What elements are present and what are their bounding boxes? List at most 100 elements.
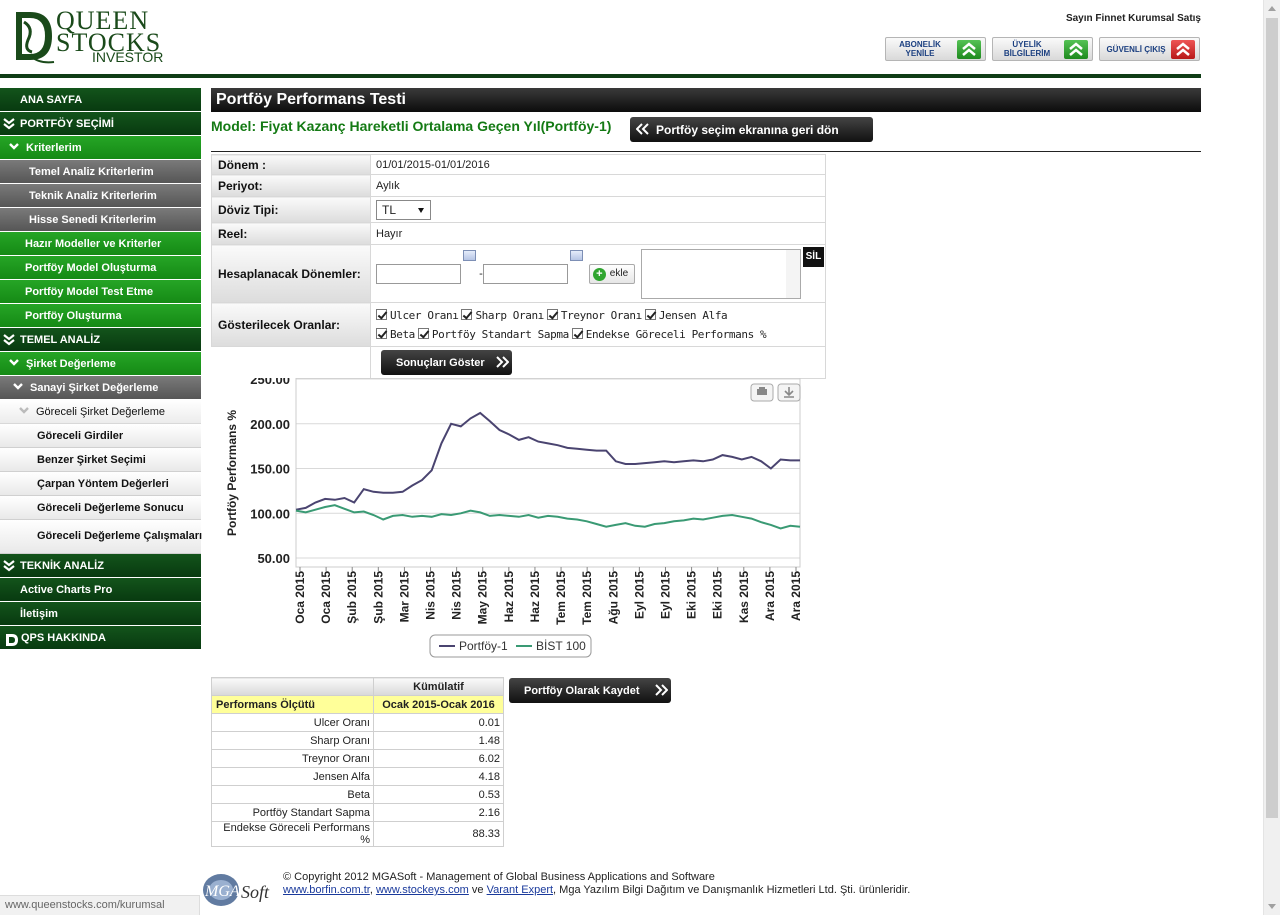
ratio-checkbox-item[interactable]: Beta bbox=[376, 327, 415, 341]
ratio-checkbox-item[interactable]: Endekse Göreceli Performans % bbox=[571, 327, 767, 341]
secure-logout-button[interactable]: GÜVENLİ ÇIKIŞ bbox=[1099, 37, 1200, 61]
sidebar-item-9[interactable]: Portföy Oluşturma bbox=[0, 304, 201, 328]
download-button[interactable] bbox=[777, 383, 801, 402]
sidebar-item-label: TEMEL ANALİZ bbox=[20, 333, 101, 346]
sidebar-item-14[interactable]: Göreceli Girdiler bbox=[0, 424, 201, 448]
print-button[interactable] bbox=[750, 383, 774, 402]
checkbox-checked[interactable] bbox=[644, 308, 656, 320]
x-tick-label: Eyl 2015 bbox=[632, 571, 646, 619]
sidebar-item-label: Şirket Değerleme bbox=[26, 357, 116, 370]
sidebar-item-17[interactable]: Göreceli Değerleme Sonucu bbox=[0, 496, 201, 520]
periods-list[interactable] bbox=[640, 248, 801, 299]
sidebar-item-16[interactable]: Çarpan Yöntem Değerleri bbox=[0, 472, 201, 496]
sidebar-item-5[interactable]: Hisse Senedi Kriterlerim bbox=[0, 208, 201, 232]
table-row: Jensen Alfa 4.18 bbox=[211, 767, 504, 786]
cumulative-header: Kümülatif bbox=[373, 677, 504, 696]
queenstocks-logo[interactable]: QUEEN STOCKS INVESTOR bbox=[10, 6, 170, 66]
x-tick-label: Eki 2015 bbox=[711, 571, 725, 619]
sidebar-item-13[interactable]: Göreceli Şirket Değerleme bbox=[0, 400, 201, 424]
stockeys-link[interactable]: www.stockeys.com bbox=[376, 884, 469, 896]
ratio-checkbox-item[interactable]: Ulcer Oranı bbox=[376, 308, 459, 322]
save-as-portfolio-button[interactable]: Portföy Olarak Kaydet bbox=[509, 678, 671, 703]
chevron-down-icon bbox=[3, 559, 17, 572]
sidebar-item-3[interactable]: Temel Analiz Kriterlerim bbox=[0, 160, 201, 184]
scroll-up-icon[interactable] bbox=[1268, 6, 1276, 11]
add-label: ekle bbox=[609, 267, 629, 279]
logout-label: GÜVENLİ ÇIKIŞ bbox=[1106, 44, 1166, 54]
footer-tail: , Mga Yazılım Bilgi Dağıtım ve Danışmanl… bbox=[553, 884, 911, 896]
real-label: Reel: bbox=[211, 222, 371, 245]
checkbox-checked[interactable] bbox=[417, 327, 429, 339]
show-results-button[interactable]: Sonuçları Göster bbox=[381, 350, 512, 375]
sidebar-item-19[interactable]: TEKNİK ANALİZ bbox=[0, 554, 201, 578]
sidebar-item-6[interactable]: Hazır Modeller ve Kriterler bbox=[0, 232, 201, 256]
borfin-link[interactable]: www.borfin.com.tr bbox=[283, 884, 370, 896]
end-date-input[interactable] bbox=[482, 263, 568, 284]
back-to-portfolio-selection-button[interactable]: Portföy seçim ekranına geri dön bbox=[630, 117, 873, 142]
sidebar-item-label: Hazır Modeller ve Kriterler bbox=[25, 237, 162, 250]
series-line-0[interactable] bbox=[295, 411, 800, 511]
page-scrollbar[interactable] bbox=[1263, 0, 1280, 915]
table-row: Ulcer Oranı 0.01 bbox=[211, 713, 504, 732]
title-separator bbox=[211, 151, 1201, 152]
checkbox-checked[interactable] bbox=[376, 327, 387, 339]
checkbox-label: Portföy Standart Sapma bbox=[431, 327, 569, 341]
sidebar-item-2[interactable]: Kriterlerim bbox=[0, 136, 201, 160]
currency-select[interactable]: TL bbox=[376, 199, 431, 220]
plus-icon: + bbox=[592, 267, 606, 281]
x-tick-label: Şub 2015 bbox=[371, 571, 385, 624]
series-line-1[interactable] bbox=[295, 504, 801, 530]
sidebar-item-21[interactable]: İletişim bbox=[0, 602, 201, 626]
checkbox-checked[interactable] bbox=[376, 308, 387, 320]
ratio-checkbox-item[interactable]: Treynor Oranı bbox=[546, 308, 642, 322]
y-axis-label: Portföy Performans % bbox=[225, 410, 239, 536]
sidebar-item-0[interactable]: ANA SAYFA bbox=[0, 88, 201, 112]
start-date-input[interactable] bbox=[376, 263, 461, 284]
sidebar-item-label: ANA SAYFA bbox=[20, 93, 83, 106]
sidebar-item-label: Benzer Şirket Seçimi bbox=[37, 453, 146, 466]
status-bar-url: www.queenstocks.com/kurumsal bbox=[0, 895, 200, 915]
calendar-icon[interactable] bbox=[463, 249, 476, 261]
x-tick-label: Nis 2015 bbox=[424, 571, 438, 620]
footer: MGA Soft © Copyright 2012 MGASoft - Mana… bbox=[201, 866, 961, 914]
sidebar-item-10[interactable]: TEMEL ANALİZ bbox=[0, 328, 201, 352]
period-label: Dönem : bbox=[211, 154, 371, 175]
x-tick-label: Oca 2015 bbox=[319, 571, 333, 624]
frequency-label: Periyot: bbox=[211, 174, 371, 197]
x-tick-label: May 2015 bbox=[476, 571, 490, 625]
calendar-icon[interactable] bbox=[569, 249, 583, 261]
sidebar-item-8[interactable]: Portföy Model Test Etme bbox=[0, 280, 201, 304]
renew-subscription-button[interactable]: ABONELİK YENİLE bbox=[885, 37, 986, 61]
sidebar-item-12[interactable]: Sanayi Şirket Değerleme bbox=[0, 376, 201, 400]
checkbox-label: Endekse Göreceli Performans % bbox=[585, 327, 767, 341]
checkbox-checked[interactable] bbox=[546, 308, 558, 320]
sidebar-item-15[interactable]: Benzer Şirket Seçimi bbox=[0, 448, 201, 472]
ratio-checkbox-item[interactable]: Jensen Alfa bbox=[644, 308, 728, 322]
membership-info-button[interactable]: ÜYELİK BİLGİLERİM bbox=[992, 37, 1093, 61]
member-label-1: ÜYELİK bbox=[1012, 40, 1042, 49]
sidebar-item-20[interactable]: Active Charts Pro bbox=[0, 578, 201, 602]
sidebar-item-label: Kriterlerim bbox=[26, 141, 82, 154]
sidebar-item-7[interactable]: Portföy Model Oluşturma bbox=[0, 256, 201, 280]
sidebar-item-1[interactable]: PORTFÖY SEÇİMİ bbox=[0, 112, 201, 136]
chevron-down-icon bbox=[3, 333, 17, 346]
table-row: Sharp Oranı 1.48 bbox=[211, 731, 504, 750]
scroll-down-icon[interactable] bbox=[1268, 904, 1276, 909]
sidebar-item-11[interactable]: Şirket Değerleme bbox=[0, 352, 201, 376]
sidebar-item-18[interactable]: Göreceli Değerleme Çalışmaları bbox=[0, 520, 202, 554]
list-scrollbar[interactable] bbox=[785, 249, 800, 298]
delete-period-button[interactable]: SİL bbox=[802, 246, 824, 267]
show-results-label: Sonuçları Göster bbox=[396, 356, 485, 369]
metric-name: Beta bbox=[211, 785, 374, 804]
ratio-checkbox-item[interactable]: Sharp Oranı bbox=[461, 308, 544, 322]
checkbox-checked[interactable] bbox=[461, 308, 473, 320]
sidebar-item-22[interactable]: QPS HAKKINDA bbox=[0, 626, 201, 650]
sidebar-item-4[interactable]: Teknik Analiz Kriterlerim bbox=[0, 184, 201, 208]
checkbox-checked[interactable] bbox=[571, 327, 583, 339]
add-period-button[interactable]: + ekle bbox=[588, 263, 635, 284]
ratio-checkbox-item[interactable]: Portföy Standart Sapma bbox=[417, 327, 569, 341]
sidebar-item-label: Temel Analiz Kriterlerim bbox=[29, 165, 154, 178]
double-chevron-right-icon bbox=[655, 684, 668, 696]
scrollbar-thumb[interactable] bbox=[1266, 18, 1278, 818]
varant-expert-link[interactable]: Varant Expert bbox=[487, 884, 553, 896]
